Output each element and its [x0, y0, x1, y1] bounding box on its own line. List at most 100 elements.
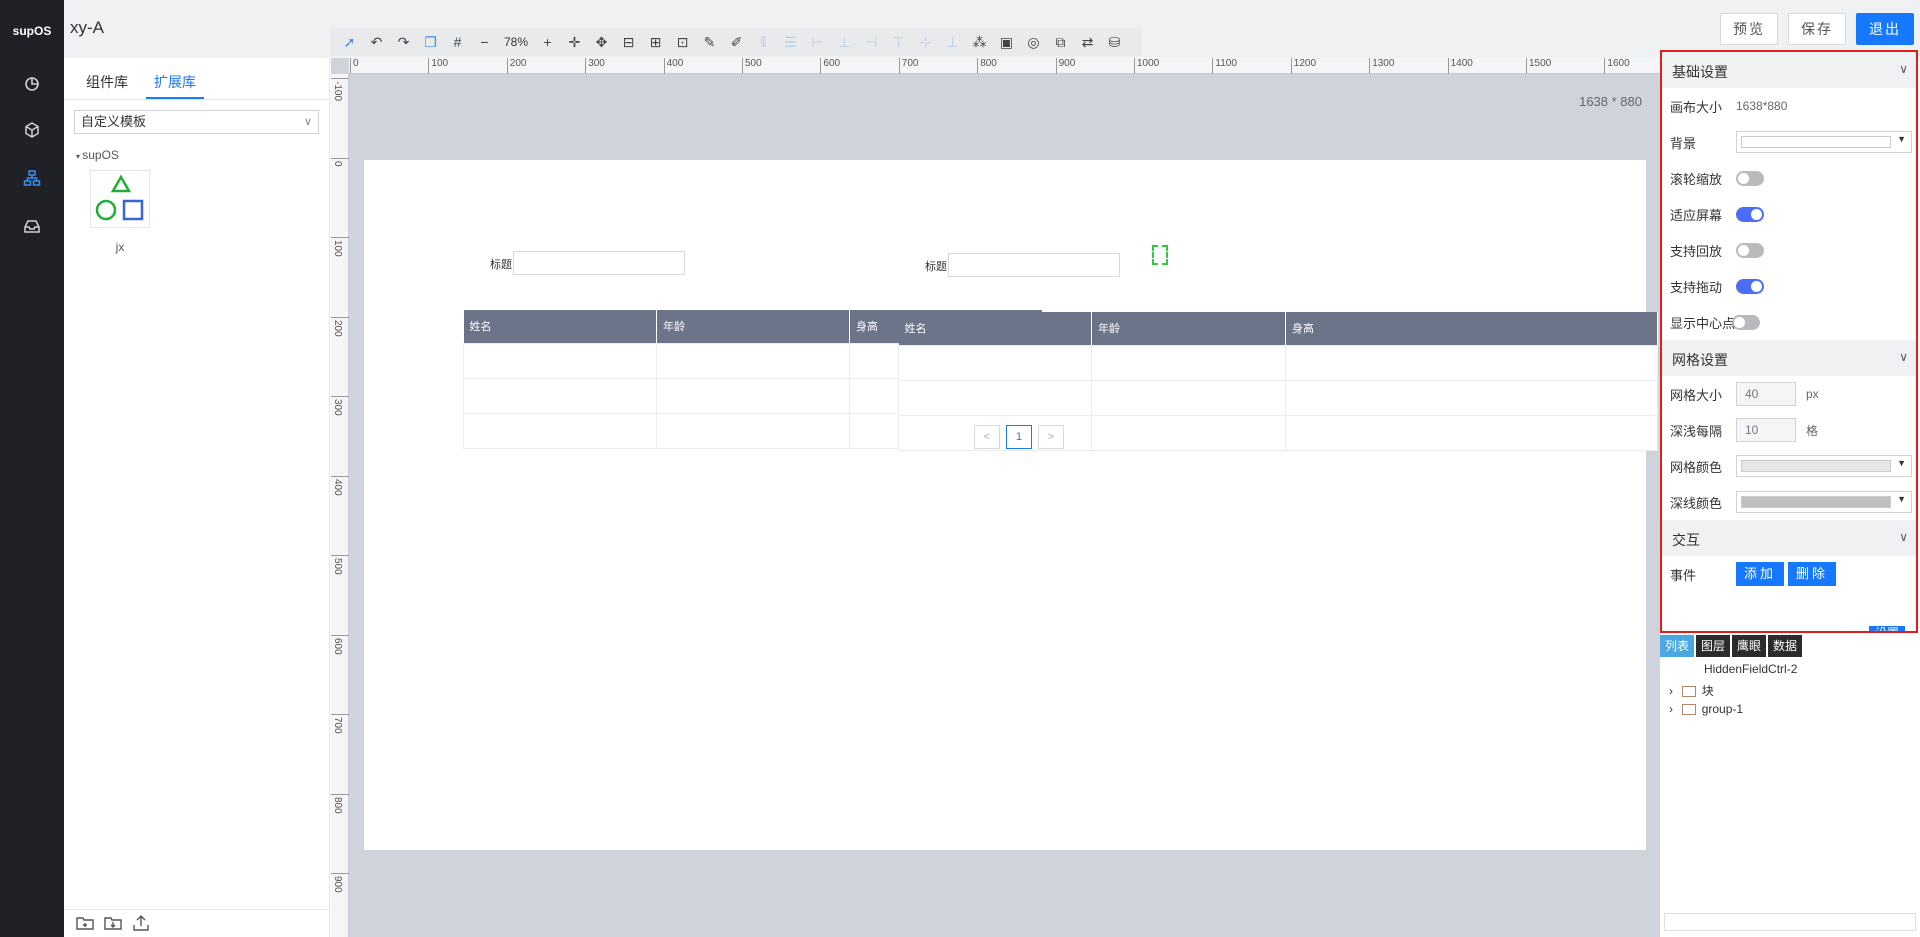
frame-icon[interactable]: ▣ [993, 31, 1020, 53]
format-painter-icon[interactable]: ✐ [723, 31, 750, 53]
layer-item-label: 块 [1701, 684, 1714, 698]
layer-item-block[interactable]: › 块 [1669, 682, 1714, 699]
center-point-toggle[interactable] [1732, 314, 1760, 330]
exit-button[interactable]: 退出 [1856, 13, 1914, 45]
title-input-1[interactable] [513, 251, 685, 275]
save-button[interactable]: 保存 [1788, 13, 1846, 45]
table-row [898, 344, 1658, 381]
delete-event-button[interactable]: 删除 [1788, 562, 1837, 586]
page-1-button[interactable]: 1 [1006, 425, 1032, 449]
section-basic-settings[interactable]: 基础设置 ∨ [1662, 52, 1916, 88]
undo-icon[interactable]: ↶ [363, 31, 390, 53]
hierarchy-icon[interactable] [20, 166, 44, 190]
tab-components[interactable]: 组件库 [78, 58, 136, 99]
tab-eagle-eye[interactable]: 鹰眼 [1732, 635, 1767, 657]
tab-data[interactable]: 数据 [1768, 635, 1803, 657]
align-bottom-icon[interactable]: ⊥ [939, 31, 966, 53]
prev-page-button[interactable]: < [974, 425, 1000, 449]
shapes-icon [95, 174, 144, 221]
drag-toggle[interactable] [1736, 278, 1764, 294]
distribute-v-icon[interactable]: ☰ [777, 31, 804, 53]
inbox-icon[interactable] [20, 214, 44, 238]
grid-size-key: 网格大小 [1670, 387, 1723, 403]
redo-icon[interactable]: ↷ [390, 31, 417, 53]
table-header-height: 身高 [1285, 312, 1658, 345]
chevron-down-icon: ∨ [1899, 62, 1908, 76]
scatter-icon[interactable]: ⁂ [966, 31, 993, 53]
tree-root[interactable]: ▾ supOS [76, 148, 329, 162]
background-color-picker[interactable]: ▼ [1736, 131, 1912, 153]
fit-frame-icon[interactable]: ⊡ [669, 31, 696, 53]
dashboard-icon[interactable] [20, 72, 44, 96]
tab-extensions[interactable]: 扩展库 [146, 58, 204, 99]
pagination: < 1 > [974, 425, 1064, 449]
import-icon[interactable] [104, 914, 122, 932]
vertical-ruler: -100 0 100 200 300 400 500 600 700 800 900 [331, 74, 349, 937]
align-right-icon[interactable]: ⊣ [858, 31, 885, 53]
table-header-age: 年龄 [656, 310, 850, 343]
chevron-right-icon: › [1669, 702, 1673, 716]
wheel-zoom-toggle[interactable] [1736, 170, 1764, 186]
layer-item-group[interactable]: › group-1 [1669, 702, 1743, 716]
component-tile[interactable] [90, 170, 150, 228]
zoom-in-icon[interactable]: + [534, 31, 561, 53]
layer-item[interactable]: HiddenFieldCtrl-2 [1704, 662, 1797, 676]
file-icon[interactable] [1152, 245, 1168, 265]
database-icon[interactable]: ⛁ [1101, 31, 1128, 53]
add-event-button[interactable]: 添加 [1736, 562, 1785, 586]
playback-toggle[interactable] [1736, 242, 1764, 258]
select-pointer-icon[interactable]: ➚ [336, 31, 363, 53]
section-grid-settings[interactable]: 网格设置 ∨ [1662, 340, 1916, 376]
export-icon[interactable] [132, 914, 150, 932]
zoom-out-icon[interactable]: − [471, 31, 498, 53]
top-actions: 预览 保存 退出 [1720, 13, 1914, 45]
tab-list[interactable]: 列表 [1660, 635, 1695, 657]
ruler-tick: 300 [585, 58, 605, 74]
ruler-tick: 1200 [1290, 58, 1316, 74]
preview-button[interactable]: 预览 [1720, 13, 1778, 45]
template-select[interactable]: 自定义模板 ∨ [74, 110, 319, 134]
chevron-right-icon: › [1669, 684, 1673, 698]
line-color-picker[interactable]: ▼ [1736, 491, 1912, 513]
copy-icon[interactable]: ❐ [417, 31, 444, 53]
swap-icon[interactable]: ⇄ [1074, 31, 1101, 53]
chevron-down-icon: ∨ [303, 116, 312, 128]
tab-layers[interactable]: 图层 [1696, 635, 1731, 657]
distribute-h-icon[interactable]: ⫴ [750, 31, 777, 53]
cube-icon[interactable] [20, 118, 44, 142]
caret-down-icon: ▼ [1897, 494, 1906, 504]
grid-color-picker[interactable]: ▼ [1736, 455, 1912, 477]
group-icon[interactable]: ⧉ [1047, 31, 1074, 53]
brush-icon[interactable]: ✎ [696, 31, 723, 53]
align-middle-icon[interactable]: ⊹ [912, 31, 939, 53]
grid-icon[interactable]: # [444, 31, 471, 53]
align-horizontal-icon[interactable]: ⊟ [615, 31, 642, 53]
move-icon[interactable]: ✥ [588, 31, 615, 53]
fit-screen-toggle[interactable] [1736, 206, 1764, 222]
grid-interval-input[interactable]: 10 [1736, 418, 1796, 442]
crosshair-icon[interactable]: ✛ [561, 31, 588, 53]
event-settings-button[interactable]: 设置 [1869, 626, 1906, 631]
section-interaction[interactable]: 交互 ∨ [1662, 520, 1916, 556]
title-input-2[interactable] [948, 253, 1120, 277]
new-folder-icon[interactable] [76, 914, 94, 932]
canvas-stage[interactable]: 标题 标题 姓名 年龄 身高 姓名 年龄 身高 < 1 > [364, 160, 1658, 850]
canvas-area[interactable]: 0 100 200 300 400 500 600 700 800 900 1000 1100 1200… [331, 58, 1660, 937]
ruler-tick: 500 [742, 58, 762, 74]
grid-size-input[interactable]: 40 [1736, 382, 1796, 406]
align-left-icon[interactable]: ⊢ [804, 31, 831, 53]
ruler-tick: 300 [331, 396, 349, 416]
nav-rail: supOS [0, 0, 64, 937]
playback-row: 支持回放 [1662, 232, 1916, 268]
chevron-down-icon: ∨ [1899, 530, 1908, 544]
ruler-tick: 700 [331, 714, 349, 734]
line-color-row: 深线颜色 ▼ [1662, 484, 1916, 520]
target-icon[interactable]: ◎ [1020, 31, 1047, 53]
grid-size-unit: px [1806, 387, 1819, 401]
properties-panel: 基础设置 ∨ 画布大小 1638*880 背景 ▼ 滚轮缩放 适应屏幕 支持回放… [1660, 50, 1918, 633]
align-center-h-icon[interactable]: ⊥ [831, 31, 858, 53]
grid-size-row: 网格大小 40 px [1662, 376, 1916, 412]
align-vertical-icon[interactable]: ⊞ [642, 31, 669, 53]
next-page-button[interactable]: > [1038, 425, 1064, 449]
align-top-icon[interactable]: ⊤ [885, 31, 912, 53]
